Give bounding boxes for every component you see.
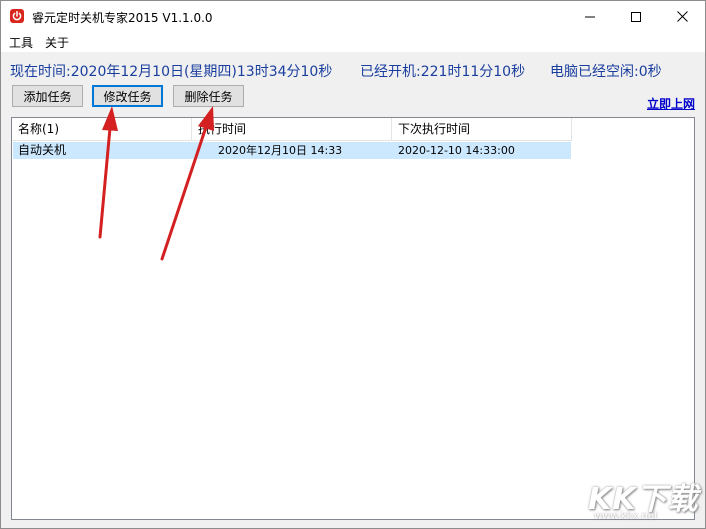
title-bar[interactable]: 睿元定时关机专家2015 V1.1.0.0 [1,1,705,32]
window-title: 睿元定时关机专家2015 V1.1.0.0 [32,11,213,25]
watermark-url: www.kkx.net [594,511,658,522]
task-list[interactable]: 名称(1) 执行时间 下次执行时间 自动关机 2020年12月10日 14:33… [11,117,695,520]
maximize-button[interactable] [613,1,659,32]
current-time-label: 现在时间:2020年12月10日(星期四)13时34分10秒 [10,64,333,80]
minimize-button[interactable] [567,1,613,32]
menu-about[interactable]: 关于 [45,34,69,51]
minimize-icon [585,16,595,17]
add-task-button[interactable]: 添加任务 [12,85,83,107]
column-header-name[interactable]: 名称(1) [12,118,192,141]
power-icon [10,9,24,23]
edit-task-button[interactable]: 修改任务 [92,85,163,107]
menu-tools[interactable]: 工具 [9,34,33,51]
task-next-exec-time-cell: 2020-12-10 14:33:00 [398,144,515,157]
kk-watermark-logo: KK下载 www.kkx.net [588,470,700,526]
close-icon [676,11,688,22]
close-button[interactable] [659,1,705,32]
idle-time-label: 电脑已经空闲:0秒 [550,64,662,80]
maximize-icon [631,11,641,22]
delete-task-button[interactable]: 删除任务 [173,85,244,107]
uptime-label: 已经开机:221时11分10秒 [360,64,526,80]
task-exec-time-cell: 2020年12月10日 14:33 [218,144,343,157]
menu-bar: 工具 关于 [1,32,705,52]
go-online-link[interactable]: 立即上网 [647,95,695,112]
table-row[interactable]: 自动关机 2020年12月10日 14:33 2020-12-10 14:33:… [13,142,571,159]
column-header-exec-time[interactable]: 执行时间 [192,118,392,141]
app-window: 睿元定时关机专家2015 V1.1.0.0 工具 关于 现在时间:2020年12… [0,0,706,529]
task-name-cell: 自动关机 [18,143,67,157]
column-header-next-exec-time[interactable]: 下次执行时间 [392,118,572,141]
